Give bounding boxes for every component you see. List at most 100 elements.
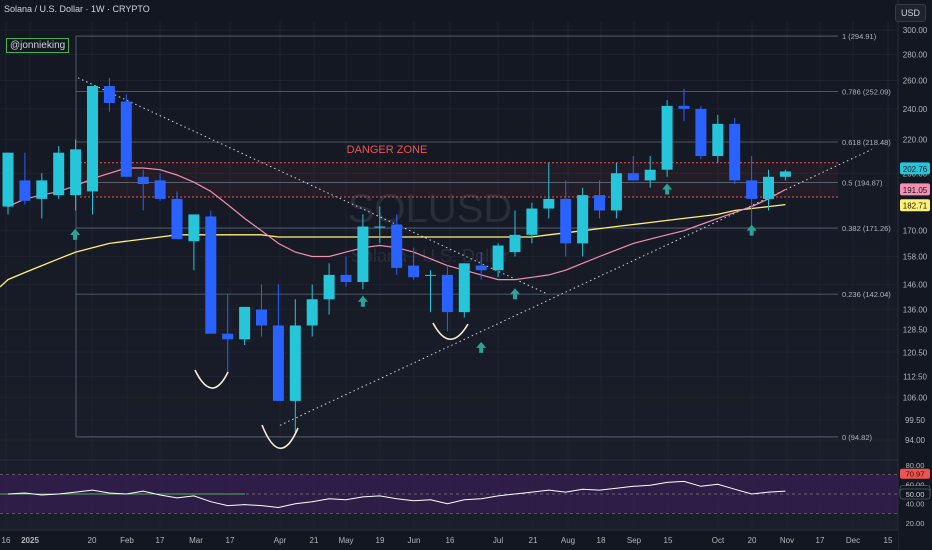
time-tick-label: 17 (156, 536, 165, 545)
candle-body (306, 299, 318, 326)
time-axis[interactable]: 16 2025 20 Feb 17 Mar 17 Apr 21 May 19 Jun 16 Jul 21 Au… (0, 529, 898, 550)
candle-body (492, 245, 504, 271)
price-tag: 202.76 (903, 165, 928, 174)
time-tick-label: 2025 (21, 536, 39, 545)
watermark-name: Solana / U.S. Dollar (351, 246, 509, 266)
candle-body (289, 325, 301, 401)
candle-body (103, 86, 115, 103)
candle-body (678, 105, 690, 109)
currency-button[interactable]: USD (894, 4, 926, 22)
time-tick-label: Feb (120, 536, 134, 545)
rsi-tick-label: 20.00 (906, 519, 925, 528)
time-tick-label: 19 (376, 536, 385, 545)
rsi-tick-label: 80.00 (906, 461, 925, 470)
candle-body (272, 325, 284, 401)
time-tick-label: 16 (446, 536, 455, 545)
price-chart[interactable]: SOLUSD Solana / U.S. Dollar DANGER ZONE … (0, 0, 932, 550)
time-tick-label: 15 (664, 536, 673, 545)
price-tick-label: 146.00 (903, 280, 928, 289)
candle-body (543, 198, 555, 209)
candle-body (374, 226, 386, 228)
candle-body (746, 180, 758, 199)
time-tick-label: May (338, 536, 353, 545)
fib-label: 1 (294.91) (842, 32, 877, 41)
time-tick-label: Nov (780, 536, 794, 545)
time-tick-label: Oct (712, 536, 725, 545)
time-tick-label: Apr (274, 536, 287, 545)
fib-label: 0.382 (171.26) (842, 224, 891, 233)
candle-body (205, 216, 217, 334)
candle-body (425, 274, 436, 276)
price-tick-label: 99.50 (905, 416, 926, 425)
fib-label: 0.5 (194.87) (842, 178, 883, 187)
candle-body (509, 234, 521, 253)
price-tick-label: 136.00 (903, 306, 928, 315)
price-tick-label: 112.50 (903, 373, 927, 382)
fib-label: 0.786 (252.09) (842, 87, 891, 96)
author-tag: @jonnieking (6, 38, 70, 53)
price-tick-label: 260.00 (903, 77, 928, 86)
candle-body (340, 274, 352, 283)
candle-body (36, 180, 48, 199)
price-axis[interactable]: 300.00280.00260.00240.00220.00200.00170.… (897, 0, 932, 550)
price-tag: 182.71 (903, 202, 928, 211)
candle-body (644, 169, 656, 181)
time-tick-label: Dec (846, 536, 860, 545)
time-tick-label: Mar (189, 536, 203, 545)
time-tick-label: 17 (816, 536, 825, 545)
price-tick-label: 240.00 (903, 105, 928, 114)
fib-label: 0 (94.82) (842, 433, 873, 442)
candle-body (408, 265, 420, 278)
candle-body (239, 306, 251, 340)
candle-body (526, 208, 538, 235)
fib-label: 0.236 (142.04) (842, 290, 891, 299)
price-tick-label: 220.00 (903, 136, 928, 145)
time-tick-label: Aug (561, 536, 575, 545)
time-tick-label: Jul (493, 536, 503, 545)
price-tick-label: 158.00 (903, 253, 928, 262)
candle-body (70, 149, 82, 196)
candle-body (695, 108, 707, 157)
price-tick-label: 106.00 (903, 394, 928, 403)
price-tick-label: 300.00 (903, 26, 928, 35)
candle-body (729, 123, 741, 181)
candle-body (560, 198, 572, 244)
candle-body (171, 198, 183, 240)
candle-body (458, 263, 470, 313)
candle-body (188, 214, 200, 242)
candle-body (610, 173, 622, 211)
candle-body (19, 180, 31, 201)
time-tick-label: 20 (88, 536, 97, 545)
candle-body (594, 195, 605, 211)
candle-body (87, 86, 98, 192)
rsi-tag: 50.00 (906, 490, 925, 499)
danger-zone-box (80, 162, 838, 197)
candle-body (661, 105, 673, 170)
price-tick-label: 128.50 (903, 326, 928, 335)
candle-body (2, 152, 14, 207)
time-tick-label: Sep (627, 536, 642, 545)
candle-body (712, 123, 724, 157)
candle-body (391, 224, 403, 268)
candle-body (120, 101, 132, 177)
time-tick-label: 21 (529, 536, 538, 545)
time-tick-label: 15 (884, 536, 893, 545)
candle-body (577, 195, 589, 244)
rsi-tag: 70.97 (906, 470, 925, 479)
candle-body (357, 226, 369, 283)
fib-label: 0.618 (218.48) (842, 138, 891, 147)
candle-body (154, 180, 166, 199)
candle-body (763, 176, 774, 199)
time-tick-label: 18 (597, 536, 606, 545)
candle-body (627, 173, 639, 181)
candle-body (222, 333, 234, 340)
candle-body (53, 152, 65, 196)
candle-body (137, 176, 149, 185)
candle-body (441, 274, 453, 313)
time-tick-label: 20 (748, 536, 757, 545)
candle-body (323, 274, 335, 300)
danger-zone-label: DANGER ZONE (347, 144, 428, 156)
symbol-title: Solana / U.S. Dollar · 1W · CRYPTO (4, 4, 150, 14)
candle-body (779, 171, 791, 177)
rsi-tick-label: 40.00 (906, 500, 925, 509)
